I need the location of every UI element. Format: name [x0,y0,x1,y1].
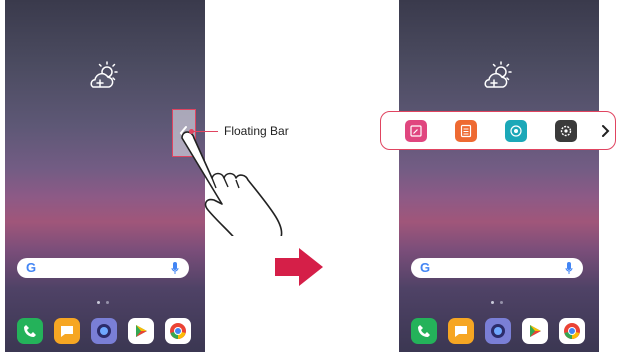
partly-cloudy-icon [90,61,118,88]
google-search-bar[interactable]: G [411,258,583,278]
hand-tap-icon [181,131,283,236]
page-indicator [91,300,115,306]
chrome-icon[interactable] [165,318,191,344]
app-dock [409,318,589,348]
floating-bar-expanded [380,111,616,150]
phone-icon[interactable] [17,318,43,344]
partly-cloudy-icon [484,61,512,88]
mic-icon[interactable] [565,262,573,274]
camera-icon[interactable] [485,318,511,344]
app-dock [15,318,195,348]
chrome-icon[interactable] [559,318,585,344]
phone-icon[interactable] [411,318,437,344]
mic-icon[interactable] [171,262,179,274]
camera-shortcut-icon[interactable] [505,120,527,142]
page-indicator [485,300,509,306]
messages-icon[interactable] [54,318,80,344]
play-store-icon[interactable] [522,318,548,344]
quick-memo-icon[interactable] [405,120,427,142]
notes-icon[interactable] [455,120,477,142]
search-logo: G [420,260,431,275]
messages-icon[interactable] [448,318,474,344]
callout-line [192,131,218,132]
chevron-right-icon[interactable] [599,121,611,141]
floating-bar-callout-label: Floating Bar [224,124,289,138]
search-logo: G [26,260,37,275]
camera-icon[interactable] [91,318,117,344]
play-store-icon[interactable] [128,318,154,344]
phone-screen-after: G [399,0,599,352]
settings-shortcut-icon[interactable] [555,120,577,142]
arrow-right-icon [275,248,323,286]
google-search-bar[interactable]: G [17,258,189,278]
